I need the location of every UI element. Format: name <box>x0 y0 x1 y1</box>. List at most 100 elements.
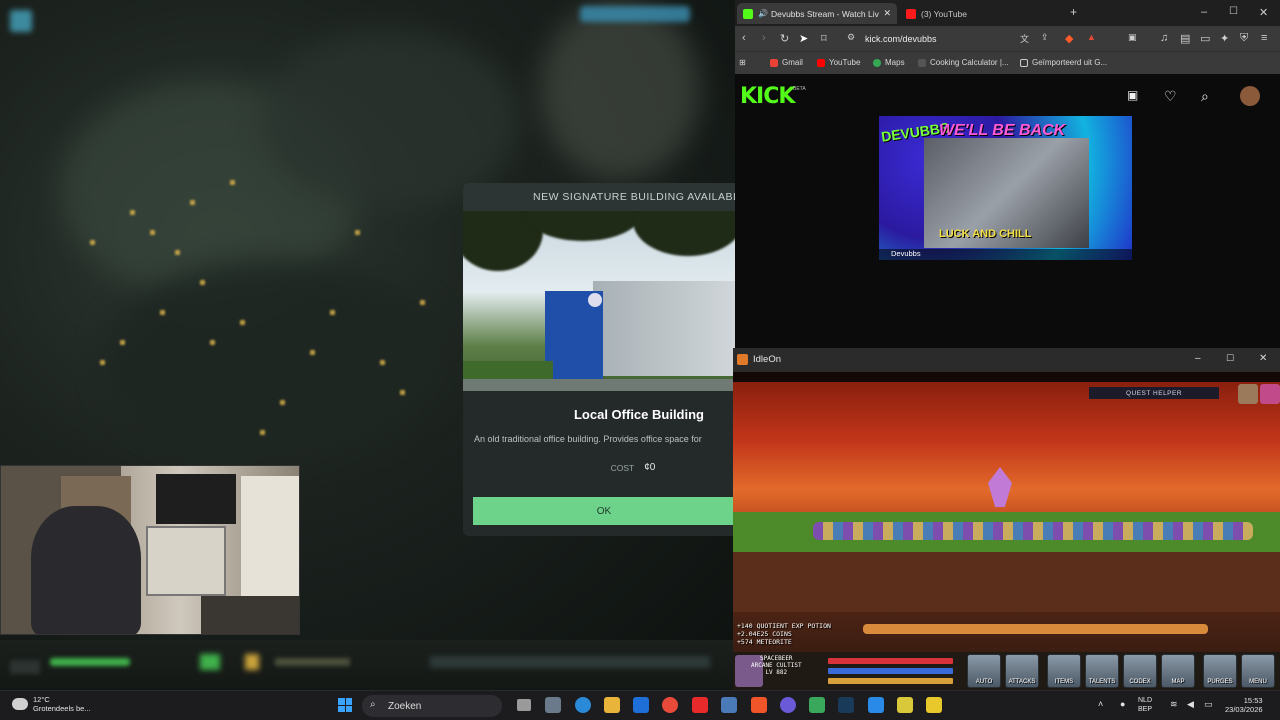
widgets-icon[interactable] <box>545 697 561 713</box>
kick-page: KICK BETA ▣ ♡ ⌕ DEVUBBS WE'LL BE BACK LU… <box>735 74 1280 348</box>
idleon-drop-log: +140 QUOTIENT EXP POTION +2.04E25 COINS … <box>737 622 831 646</box>
apps-icon[interactable]: ⊞ <box>739 58 746 67</box>
youtube-app-icon[interactable] <box>692 697 708 713</box>
search-placeholder: Zoeken <box>388 700 422 712</box>
close-window-button[interactable]: ✕ <box>1259 6 1268 19</box>
media-icon[interactable]: ♫ <box>1160 32 1168 44</box>
stream-offline-banner[interactable]: DEVUBBS WE'LL BE BACK LUCK AND CHILL Dev… <box>879 116 1132 260</box>
purges-button[interactable]: PURGES <box>1203 654 1237 688</box>
bookmark-youtube[interactable]: YouTube <box>817 58 860 67</box>
app-icon[interactable] <box>897 697 913 713</box>
attacks-button[interactable]: ATTACKS <box>1005 654 1039 688</box>
brave-shield-icon[interactable]: ◆ <box>1065 32 1073 45</box>
idleon-taskbar-icon[interactable] <box>809 697 825 713</box>
maximize-button[interactable]: ☐ <box>1226 353 1234 364</box>
banner-tagline: LUCK AND CHILL <box>939 228 1032 240</box>
minimize-button[interactable]: – <box>1201 6 1207 18</box>
theater-mode-icon[interactable]: ▣ <box>1127 88 1138 102</box>
bookmark-cooking-calculator[interactable]: Cooking Calculator |... <box>918 58 1009 67</box>
panel-icon[interactable]: ▤ <box>1180 32 1190 45</box>
building-title: Local Office Building <box>573 407 704 422</box>
menu-button[interactable]: MENU <box>1241 654 1275 688</box>
ai-icon[interactable]: ✦ <box>1220 32 1229 45</box>
reload-icon[interactable]: ↻ <box>780 32 789 45</box>
discord-icon[interactable] <box>780 697 796 713</box>
sidebar-icon[interactable]: ▣ <box>1128 32 1137 43</box>
vpn-icon[interactable]: ⛨ <box>1240 32 1248 45</box>
outlook-icon[interactable] <box>633 697 649 713</box>
edge-icon[interactable] <box>575 697 591 713</box>
game-logo-icon <box>468 192 478 202</box>
wallet-icon[interactable]: ▭ <box>1200 32 1210 45</box>
user-avatar[interactable] <box>1240 86 1260 106</box>
tray-expand-icon[interactable]: ˄ <box>1098 699 1103 709</box>
rewards-icon[interactable]: ▲ <box>1087 32 1096 42</box>
file-explorer-icon[interactable] <box>604 697 620 713</box>
app-icon[interactable] <box>868 697 884 713</box>
building-description: An old traditional office building. Prov… <box>474 434 702 444</box>
task-view-icon[interactable] <box>517 699 531 711</box>
tab-label: Devubbs Stream - Watch Live <box>770 8 880 19</box>
youtube-icon <box>817 58 825 67</box>
tab-bar: 🔊 Devubbs Stream - Watch Live ✕ (3) YouT… <box>735 0 1280 26</box>
quest-helper-button[interactable]: QUEST HELPER <box>1089 387 1219 399</box>
search-icon[interactable]: ⌕ <box>1201 88 1209 105</box>
hp-bar <box>828 658 953 664</box>
auto-button[interactable]: AUTO <box>967 654 1001 688</box>
tab-label: (3) YouTube <box>921 8 967 19</box>
codex-button[interactable]: CODEX <box>1123 654 1157 688</box>
talents-button[interactable]: TALENTS <box>1085 654 1119 688</box>
wifi-icon[interactable]: ≋ <box>1170 699 1178 710</box>
kick-logo[interactable]: KICK <box>740 84 795 109</box>
tab-youtube[interactable]: (3) YouTube <box>900 3 1050 24</box>
chrome-icon[interactable] <box>662 697 678 713</box>
building-cost: COST ¢0 <box>463 462 735 473</box>
share-icon[interactable]: ⇪ <box>1041 32 1049 43</box>
tab-kick-stream[interactable]: 🔊 Devubbs Stream - Watch Live ✕ <box>737 3 897 24</box>
kick-favicon-icon <box>743 8 753 19</box>
input-language[interactable]: NLD BEP <box>1138 696 1152 714</box>
steam-icon[interactable] <box>838 697 854 713</box>
forward-icon[interactable]: › <box>762 32 766 44</box>
new-tab-button[interactable]: + <box>1070 5 1077 19</box>
brave-icon[interactable] <box>751 697 767 713</box>
bookmark-icon[interactable]: ⌑ <box>821 32 827 45</box>
bookmark-maps[interactable]: Maps <box>873 58 905 67</box>
webcam-overlay <box>0 465 300 635</box>
app-icon[interactable] <box>926 697 942 713</box>
close-window-button[interactable]: ✕ <box>1259 353 1267 364</box>
folder-icon <box>1020 58 1028 67</box>
minimize-button[interactable]: – <box>1195 353 1201 364</box>
blur-building <box>100 260 450 460</box>
kick-beta-tag: BETA <box>793 86 806 92</box>
menu-icon[interactable]: ≡ <box>1261 32 1267 44</box>
tab-close-icon[interactable]: ✕ <box>883 8 891 19</box>
bookmark-gmail[interactable]: Gmail <box>770 58 803 67</box>
taskbar-search[interactable]: ⌕ Zoeken <box>362 695 502 717</box>
favorite-icon[interactable]: ♡ <box>1164 88 1177 105</box>
address-bar[interactable]: kick.com/devubbs <box>865 34 937 44</box>
maximize-button[interactable]: ☐ <box>1229 6 1238 17</box>
volume-icon[interactable]: ◀ <box>1187 699 1194 710</box>
audio-icon[interactable]: 🔊 <box>758 9 768 19</box>
browser-window: 🔊 Devubbs Stream - Watch Live ✕ (3) YouT… <box>735 0 1280 348</box>
blur-building <box>540 0 700 180</box>
translate-icon[interactable]: 文 <box>1020 32 1029 45</box>
map-button[interactable]: MAP <box>1161 654 1195 688</box>
office-building-image <box>463 211 735 391</box>
idleon-window: IdleOn – ☐ ✕ QUEST HELPER +140 QUOTIENT … <box>733 348 1280 690</box>
portrait-icon <box>1238 384 1258 404</box>
microphone-icon[interactable]: ● <box>1120 699 1125 709</box>
weather-widget[interactable]: 12°C Grotendeels be... <box>12 695 91 713</box>
back-icon[interactable]: ‹ <box>742 32 746 44</box>
bookmark-imported-folder[interactable]: Geïmporteerd uit G... <box>1020 58 1107 67</box>
clock[interactable]: 15:53 23/03/2026 <box>1225 696 1263 714</box>
items-button[interactable]: ITEMS <box>1047 654 1081 688</box>
site-info-icon[interactable]: ⚙ <box>847 32 855 43</box>
idleon-game-canvas[interactable]: QUEST HELPER +140 QUOTIENT EXP POTION +2… <box>733 382 1280 652</box>
battery-icon[interactable]: ▭ <box>1204 699 1213 710</box>
calculator-icon[interactable] <box>721 697 737 713</box>
ok-button[interactable]: OK <box>473 497 735 525</box>
banner-headline: WE'LL BE BACK <box>939 122 1066 139</box>
start-button[interactable] <box>338 698 352 712</box>
